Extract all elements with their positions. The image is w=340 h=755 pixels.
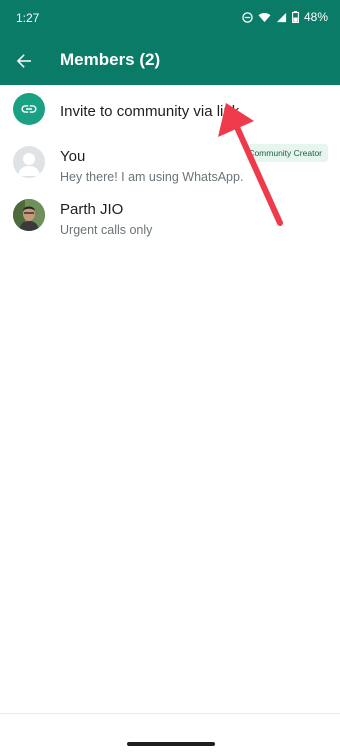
- member-status: Hey there! I am using WhatsApp.: [60, 170, 244, 184]
- invite-label: Invite to community via link: [60, 103, 240, 120]
- page-title: Members (2): [60, 50, 161, 69]
- do-not-disturb-icon: [242, 11, 253, 23]
- status-bar: 1:27 48%: [0, 0, 340, 37]
- member-status: Urgent calls only: [60, 223, 153, 237]
- member-name: Parth JIO: [60, 201, 124, 218]
- wifi-icon: [258, 12, 271, 23]
- badge-label: Community Creator: [248, 148, 322, 158]
- nav-divider: [0, 713, 340, 714]
- status-icons: 48%: [242, 10, 328, 24]
- community-creator-badge: Community Creator: [246, 144, 328, 162]
- app-bar: Members (2): [0, 37, 340, 85]
- battery-percent: 48%: [303, 10, 328, 24]
- home-gesture-handle[interactable]: [127, 742, 215, 746]
- members-list: Invite to community via link You Hey the…: [0, 85, 340, 244]
- default-avatar-icon: [13, 146, 45, 178]
- member-row[interactable]: Parth JIO Urgent calls only: [0, 191, 340, 244]
- signal-icon: [276, 12, 287, 23]
- invite-via-link-row[interactable]: Invite to community via link: [0, 85, 340, 138]
- battery-icon: [292, 11, 299, 23]
- back-button[interactable]: [12, 49, 36, 73]
- navigation-bar: [0, 713, 340, 755]
- member-name: You: [60, 148, 86, 165]
- link-icon: [13, 93, 45, 125]
- arrow-left-icon: [16, 54, 31, 68]
- member-row[interactable]: You Hey there! I am using WhatsApp. Comm…: [0, 138, 340, 191]
- profile-photo: [13, 199, 45, 231]
- status-time: 1:27: [16, 11, 40, 25]
